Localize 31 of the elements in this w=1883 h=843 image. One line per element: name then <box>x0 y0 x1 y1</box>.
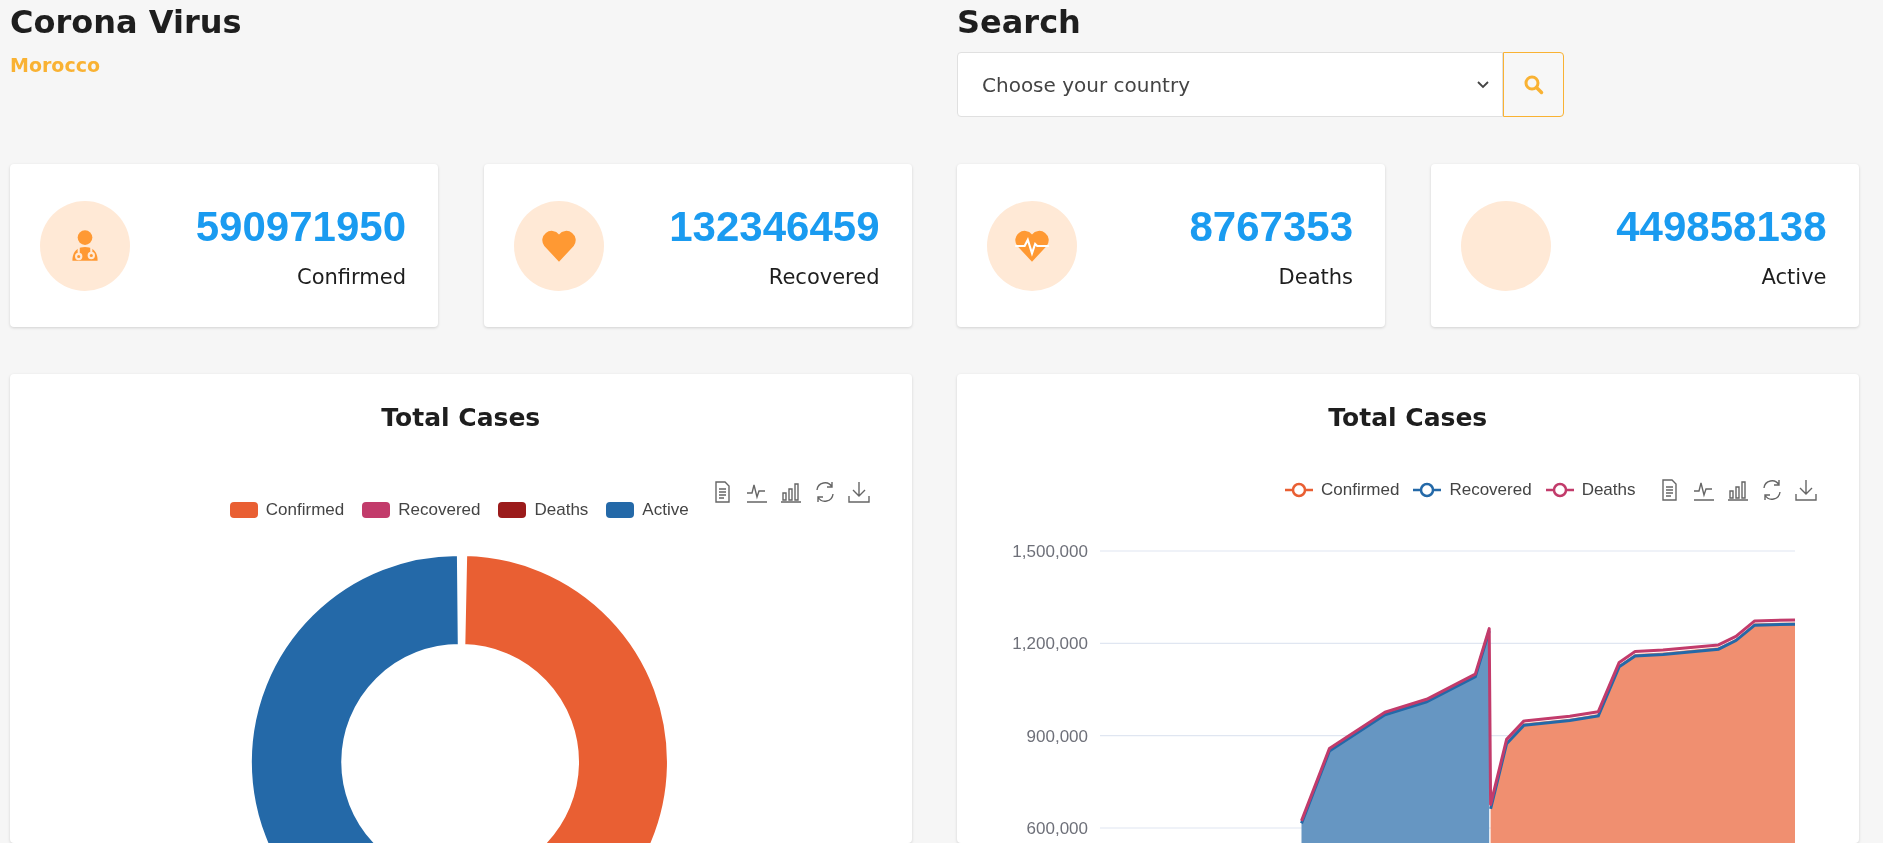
stat-number: 132346459 <box>669 202 880 251</box>
search-icon <box>1522 73 1545 96</box>
search-heading: Search <box>957 2 1082 42</box>
legend-item[interactable]: Deaths <box>1545 480 1636 500</box>
stat-label: Active <box>1761 264 1827 289</box>
caret-icon <box>1476 79 1490 90</box>
app-title: Corona Virus <box>10 2 243 42</box>
axis-label: 1,500,000 <box>1012 542 1088 561</box>
bar-chart-icon[interactable] <box>1725 478 1750 502</box>
legend-item[interactable]: Confirmed <box>1285 480 1400 500</box>
chart-title: Total Cases <box>1328 402 1488 434</box>
axis-label: 1,200,000 <box>1012 634 1088 654</box>
legend-item[interactable]: Recovered <box>1413 480 1532 500</box>
stat-number: 449858138 <box>1616 202 1827 251</box>
legend-item[interactable]: Confirmed <box>229 500 345 520</box>
legend-item[interactable]: Recovered <box>362 500 481 520</box>
stat-label: Confirmed <box>296 264 406 289</box>
stat-label: Recovered <box>768 264 880 289</box>
country-name: Morocco <box>10 54 100 76</box>
chart-title: Total Cases <box>381 402 541 434</box>
stat-number: 590971950 <box>195 202 406 251</box>
download-icon[interactable] <box>846 480 871 504</box>
legend-item[interactable]: Active <box>606 500 689 520</box>
bar-chart-icon[interactable] <box>778 480 803 504</box>
axis-label: 600,000 <box>1026 819 1088 838</box>
axis-label: 900,000 <box>1026 726 1088 746</box>
download-icon[interactable] <box>1793 478 1818 502</box>
stat-label: Deaths <box>1278 264 1353 289</box>
legend-item[interactable]: Deaths <box>498 500 589 520</box>
country-select[interactable]: Choose your country <box>957 52 1503 117</box>
stat-number: 8767353 <box>1189 202 1353 251</box>
